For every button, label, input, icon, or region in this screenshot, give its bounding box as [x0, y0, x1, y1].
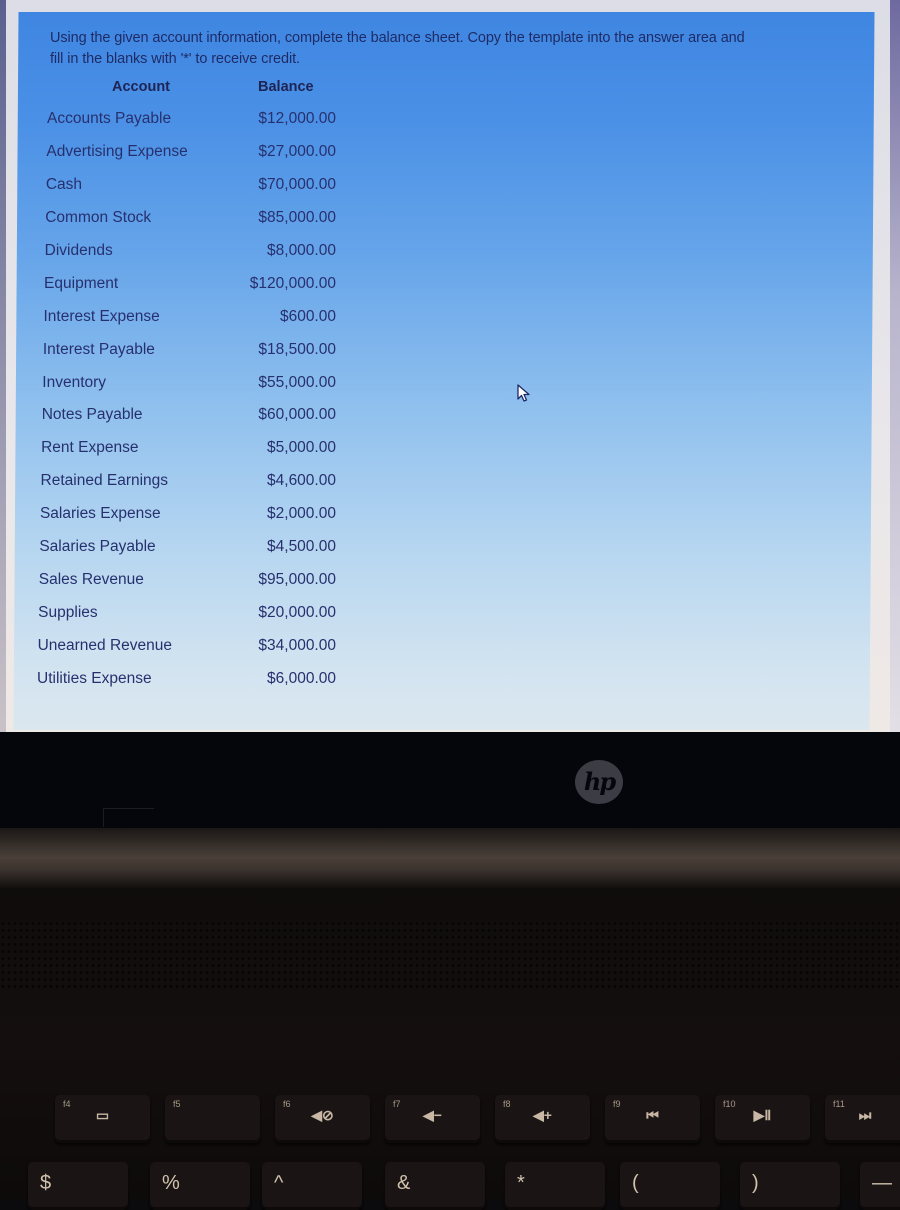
- account-name: Notes Payable: [41, 406, 143, 424]
- mute-icon: ◀⊘: [311, 1107, 334, 1123]
- account-name: Equipment: [44, 274, 119, 292]
- table-row: Cash $70,000.00: [46, 176, 336, 196]
- key-symbol: $: [40, 1172, 52, 1194]
- screen-right-edge: [890, 0, 900, 734]
- column-header-account: Account: [112, 79, 170, 95]
- key-f7[interactable]: f7 ◀−: [385, 1095, 480, 1143]
- account-name: Accounts Payable: [47, 110, 172, 127]
- volume-down-icon: ◀−: [423, 1107, 442, 1123]
- next-track-icon: ⏭: [858, 1107, 872, 1123]
- table-row: Notes Payable $60,000.00: [42, 406, 336, 426]
- number-key[interactable]: $: [28, 1162, 128, 1210]
- account-name: Salaries Expense: [39, 505, 161, 523]
- display-switch-icon: ▭: [95, 1107, 110, 1123]
- number-key[interactable]: ^: [262, 1162, 362, 1210]
- account-balance: $55,000.00: [258, 373, 336, 391]
- key-symbol: ^: [274, 1172, 284, 1194]
- key-f4[interactable]: f4 ▭: [55, 1095, 150, 1143]
- number-key[interactable]: —: [860, 1162, 900, 1210]
- table-row: Inventory $55,000.00: [42, 374, 336, 394]
- account-name: Sales Revenue: [38, 571, 144, 589]
- number-key[interactable]: ): [740, 1162, 840, 1210]
- account-balance: $6,000.00: [267, 670, 336, 687]
- table-row: Utilities Expense $6,000.00: [37, 670, 336, 690]
- table-row: Salaries Expense $2,000.00: [40, 505, 336, 525]
- account-name: Salaries Payable: [39, 538, 156, 556]
- account-balance: $18,500.00: [258, 340, 336, 358]
- key-f11[interactable]: f11 ⏭: [825, 1095, 900, 1143]
- key-f5[interactable]: f5: [165, 1095, 260, 1143]
- account-balance: $4,500.00: [267, 538, 336, 556]
- table-row: Common Stock $85,000.00: [45, 209, 336, 229]
- account-balance: $4,600.00: [267, 472, 336, 490]
- table-row: Equipment $120,000.00: [44, 275, 336, 295]
- table-row: Salaries Payable $4,500.00: [39, 538, 336, 558]
- account-balance: $34,000.00: [258, 637, 336, 655]
- table-row: Dividends $8,000.00: [45, 242, 336, 262]
- screen-left-edge: [0, 0, 6, 734]
- table-row: Interest Expense $600.00: [43, 308, 336, 328]
- table-row: Rent Expense $5,000.00: [41, 439, 336, 459]
- key-label: f5: [173, 1099, 181, 1109]
- play-pause-icon: ▶Ⅱ: [753, 1107, 772, 1123]
- mouse-pointer-icon: [517, 384, 530, 402]
- column-header-balance: Balance: [258, 79, 314, 95]
- account-balance: $8,000.00: [267, 241, 336, 259]
- table-row: Accounts Payable $12,000.00: [47, 110, 336, 130]
- volume-up-icon: ◀+: [533, 1107, 552, 1123]
- bezel-mark: [103, 808, 154, 827]
- speaker-grill: [0, 920, 900, 990]
- account-balance: $95,000.00: [258, 571, 336, 589]
- key-symbol: *: [517, 1172, 525, 1194]
- account-name: Utilities Expense: [37, 670, 152, 687]
- key-f10[interactable]: f10 ▶Ⅱ: [715, 1095, 810, 1143]
- number-key[interactable]: %: [150, 1162, 250, 1210]
- account-name: Unearned Revenue: [37, 637, 173, 655]
- key-f8[interactable]: f8 ◀+: [495, 1095, 590, 1143]
- account-name: Supplies: [38, 604, 98, 622]
- account-balance: $600.00: [279, 307, 336, 325]
- number-key[interactable]: (: [620, 1162, 720, 1210]
- key-symbol: &: [397, 1172, 411, 1194]
- key-f9[interactable]: f9 ⏮: [605, 1095, 700, 1143]
- account-balance: $5,000.00: [267, 439, 336, 457]
- account-name: Dividends: [44, 241, 113, 259]
- prompt-line-1: Using the given account information, com…: [50, 30, 745, 46]
- previous-track-icon: ⏮: [646, 1107, 659, 1123]
- table-row: Sales Revenue $95,000.00: [39, 571, 336, 591]
- account-balance: $2,000.00: [267, 505, 336, 523]
- account-balance: $20,000.00: [258, 604, 336, 622]
- account-balance: $60,000.00: [258, 406, 336, 424]
- table-row: Retained Earnings $4,600.00: [41, 472, 336, 492]
- table-row: Interest Payable $18,500.00: [43, 341, 336, 361]
- table-row: Unearned Revenue $34,000.00: [38, 637, 336, 657]
- account-name: Interest Expense: [43, 307, 160, 325]
- question-prompt: Using the given account information, com…: [50, 28, 870, 70]
- account-name: Advertising Expense: [46, 142, 188, 160]
- hp-logo: hp: [575, 760, 623, 804]
- key-symbol: —: [872, 1172, 892, 1194]
- account-name: Inventory: [42, 373, 107, 391]
- table-row: Supplies $20,000.00: [38, 604, 336, 624]
- key-symbol: (: [632, 1172, 639, 1194]
- key-f6[interactable]: f6 ◀⊘: [275, 1095, 370, 1143]
- laptop-hinge: [0, 828, 900, 888]
- account-name: Cash: [45, 175, 82, 193]
- account-balance: $120,000.00: [249, 274, 336, 292]
- account-name: Interest Payable: [42, 340, 155, 358]
- account-name: Common Stock: [45, 208, 152, 226]
- account-name: Retained Earnings: [40, 472, 169, 490]
- prompt-line-2: fill in the blanks with '*' to receive c…: [50, 51, 300, 67]
- number-key[interactable]: &: [385, 1162, 485, 1210]
- number-key[interactable]: *: [505, 1162, 605, 1210]
- account-balance: $27,000.00: [258, 142, 336, 160]
- key-symbol: %: [162, 1172, 180, 1194]
- account-balance: $85,000.00: [258, 208, 336, 226]
- account-balance: $70,000.00: [258, 175, 336, 193]
- account-balance: $12,000.00: [258, 110, 336, 127]
- account-name: Rent Expense: [41, 439, 139, 457]
- key-symbol: ): [752, 1172, 759, 1194]
- table-row: Advertising Expense $27,000.00: [46, 143, 336, 163]
